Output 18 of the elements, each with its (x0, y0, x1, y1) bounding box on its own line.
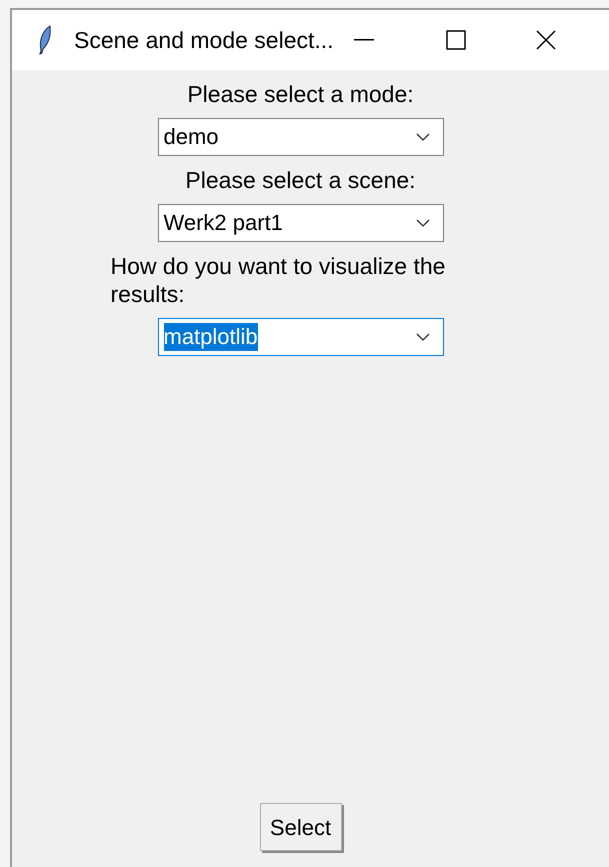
dropdown[interactable]: matplotlib (158, 318, 444, 356)
chevron-down-icon (416, 219, 430, 227)
maximize-icon (446, 30, 466, 50)
dropdown-value: Werk2 part1 (164, 209, 283, 237)
dropdown[interactable]: demo (158, 118, 444, 156)
dropdown-value: matplotlib (164, 323, 258, 351)
dropdown-value: demo (164, 123, 219, 151)
window-title: Scene and mode select... (74, 26, 334, 55)
chevron-down-icon (416, 333, 430, 341)
dropdown[interactable]: Werk2 part1 (158, 204, 444, 242)
field-label: Please select a scene: (185, 166, 416, 194)
minimize-icon (354, 39, 374, 41)
select-button[interactable]: Select (260, 803, 342, 851)
feather-icon (38, 25, 52, 55)
field-label: Please select a mode: (187, 80, 414, 108)
chevron-down-icon (416, 133, 430, 141)
close-icon (536, 30, 556, 50)
field-label: How do you want to visualize the results: (110, 252, 446, 308)
